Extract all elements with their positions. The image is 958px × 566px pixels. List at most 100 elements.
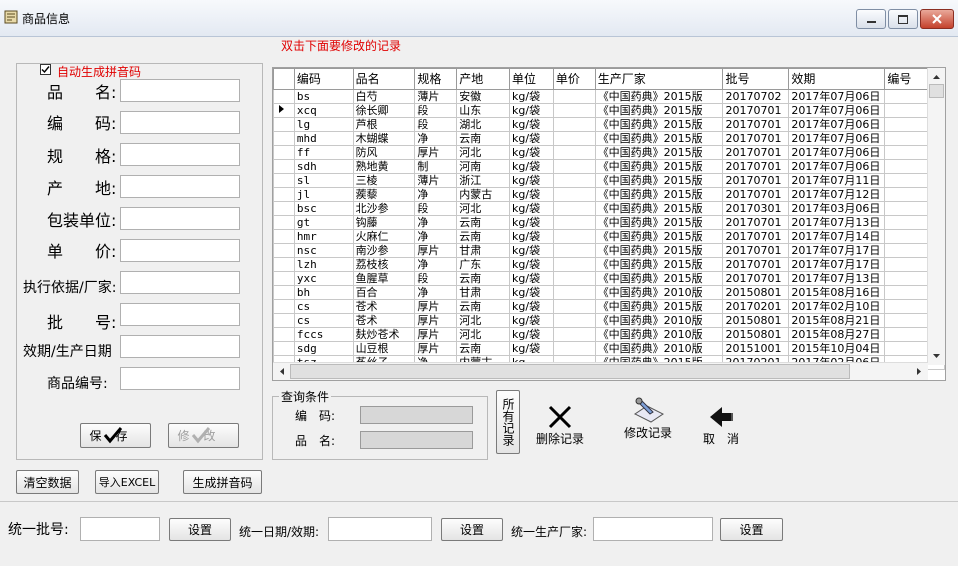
- cell-expiry[interactable]: 2015年08月16日: [788, 285, 886, 300]
- cell-batch[interactable]: 20150801: [722, 313, 790, 328]
- cell-batch[interactable]: 20170701: [722, 173, 790, 188]
- cell-unit[interactable]: kg/袋: [509, 159, 554, 174]
- cell-name[interactable]: 白芍: [352, 89, 416, 104]
- cell-price[interactable]: [552, 285, 596, 300]
- header-maker[interactable]: 生产厂家: [594, 68, 724, 90]
- cell-expiry[interactable]: 2017年07月06日: [788, 103, 886, 118]
- vertical-scrollbar[interactable]: [927, 68, 945, 365]
- row-indicator[interactable]: [273, 285, 295, 300]
- cell-spec[interactable]: 净: [414, 187, 458, 202]
- cell-origin[interactable]: 云南: [456, 131, 511, 146]
- row-indicator[interactable]: [273, 313, 295, 328]
- product-name-input[interactable]: [120, 79, 240, 102]
- cell-maker[interactable]: 《中国药典》2015版: [594, 187, 724, 202]
- cell-batch[interactable]: 20170701: [722, 215, 790, 230]
- cell-expiry[interactable]: 2015年10月04日: [788, 341, 886, 356]
- cell-expiry[interactable]: 2017年07月06日: [788, 145, 886, 160]
- row-indicator[interactable]: [273, 341, 295, 356]
- save-button[interactable]: 保存: [80, 423, 151, 448]
- header-origin[interactable]: 产地: [456, 68, 511, 90]
- cell-maker[interactable]: 《中国药典》2010版: [594, 327, 724, 342]
- cell-origin[interactable]: 河北: [456, 327, 511, 342]
- unified-maker-input[interactable]: [593, 517, 713, 541]
- cell-price[interactable]: [552, 89, 596, 104]
- cell-code[interactable]: nsc: [293, 243, 354, 258]
- cell-spec[interactable]: 薄片: [414, 173, 458, 188]
- row-indicator[interactable]: [273, 117, 295, 132]
- cell-name[interactable]: 苍术: [352, 299, 416, 314]
- row-indicator[interactable]: [273, 229, 295, 244]
- cell-batch[interactable]: 20170702: [722, 89, 790, 104]
- cell-expiry[interactable]: 2017年07月11日: [788, 173, 886, 188]
- standard-maker-input[interactable]: [120, 271, 240, 294]
- cell-expiry[interactable]: 2017年07月13日: [788, 215, 886, 230]
- cell-batch[interactable]: 20170701: [722, 271, 790, 286]
- cell-spec[interactable]: 厚片: [414, 341, 458, 356]
- cell-maker[interactable]: 《中国药典》2015版: [594, 215, 724, 230]
- cell-price[interactable]: [552, 145, 596, 160]
- origin-input[interactable]: [120, 175, 240, 198]
- row-indicator[interactable]: [273, 271, 295, 286]
- cell-origin[interactable]: 广东: [456, 257, 511, 272]
- cell-name[interactable]: 苍术: [352, 313, 416, 328]
- cell-expiry[interactable]: 2017年07月13日: [788, 271, 886, 286]
- header-batch[interactable]: 批号: [722, 68, 790, 90]
- cell-unit[interactable]: kg/袋: [509, 229, 554, 244]
- table-row[interactable]: bsc 北沙参段河北 kg/袋 《中国药典》2015版 20170301 2017年03月…: [273, 201, 945, 216]
- table-row[interactable]: bh 百合净甘肃 kg/袋 《中国药典》2010版 20150801 2015年08月16…: [273, 285, 945, 300]
- cell-batch[interactable]: 20170701: [722, 131, 790, 146]
- cell-batch[interactable]: 20151001: [722, 341, 790, 356]
- expiry-date-input[interactable]: [120, 335, 240, 358]
- cell-maker[interactable]: 《中国药典》2015版: [594, 145, 724, 160]
- cell-origin[interactable]: 甘肃: [456, 285, 511, 300]
- cell-name[interactable]: 荔枝核: [352, 257, 416, 272]
- cell-code[interactable]: mhd: [293, 131, 354, 146]
- cell-price[interactable]: [552, 215, 596, 230]
- cancel-button[interactable]: 取 消: [698, 402, 744, 446]
- cell-code[interactable]: bh: [293, 285, 354, 300]
- cell-batch[interactable]: 20170701: [722, 229, 790, 244]
- unified-batch-input[interactable]: [80, 517, 160, 541]
- cell-price[interactable]: [552, 257, 596, 272]
- table-row[interactable]: sdg 山豆根 厚片 云南 kg/袋 《中国药典》2010版 20151001 2015年10…: [273, 341, 945, 356]
- cell-expiry[interactable]: 2017年07月14日: [788, 229, 886, 244]
- query-name-input[interactable]: [360, 431, 473, 449]
- cell-maker[interactable]: 《中国药典》2015版: [594, 117, 724, 132]
- row-indicator[interactable]: [273, 103, 295, 118]
- cell-code[interactable]: yxc: [293, 271, 354, 286]
- cell-origin[interactable]: 安徽: [456, 89, 511, 104]
- cell-code[interactable]: cs: [293, 313, 354, 328]
- table-row[interactable]: mhd 木蝴蝶净云南 kg/袋 《中国药典》2015版 20170701 2017年07月…: [273, 131, 945, 146]
- unit-price-input[interactable]: [120, 239, 240, 262]
- cell-unit[interactable]: kg/袋: [509, 257, 554, 272]
- cell-name[interactable]: 徐长卿: [352, 103, 416, 118]
- cell-maker[interactable]: 《中国药典》2015版: [594, 103, 724, 118]
- cell-code[interactable]: sdh: [293, 159, 354, 174]
- row-indicator[interactable]: [273, 145, 295, 160]
- cell-batch[interactable]: 20170701: [722, 243, 790, 258]
- cell-origin[interactable]: 云南: [456, 299, 511, 314]
- cell-unit[interactable]: kg/袋: [509, 215, 554, 230]
- cell-unit[interactable]: kg/袋: [509, 327, 554, 342]
- cell-expiry[interactable]: 2017年02月10日: [788, 299, 886, 314]
- cell-unit[interactable]: kg/袋: [509, 145, 554, 160]
- maximize-button[interactable]: [888, 9, 918, 29]
- cell-unit[interactable]: kg/袋: [509, 103, 554, 118]
- cell-price[interactable]: [552, 131, 596, 146]
- cell-maker[interactable]: 《中国药典》2015版: [594, 243, 724, 258]
- cell-batch[interactable]: 20150801: [722, 327, 790, 342]
- cell-spec[interactable]: 厚片: [414, 299, 458, 314]
- cell-origin[interactable]: 河南: [456, 159, 511, 174]
- cell-name[interactable]: 火麻仁: [352, 229, 416, 244]
- row-indicator[interactable]: [273, 173, 295, 188]
- cell-batch[interactable]: 20170701: [722, 145, 790, 160]
- cell-expiry[interactable]: 2017年07月06日: [788, 117, 886, 132]
- cell-name[interactable]: 芦根: [352, 117, 416, 132]
- cell-price[interactable]: [552, 173, 596, 188]
- cell-code[interactable]: ff: [293, 145, 354, 160]
- cell-origin[interactable]: 河北: [456, 313, 511, 328]
- table-row[interactable]: cs 苍术 厚片 云南 kg/袋 《中国药典》2015版 20170201 2017年02月1…: [273, 299, 945, 314]
- unified-date-input[interactable]: [328, 517, 432, 541]
- auto-pinyin-checkbox[interactable]: [40, 64, 51, 75]
- query-code-input[interactable]: [360, 406, 473, 424]
